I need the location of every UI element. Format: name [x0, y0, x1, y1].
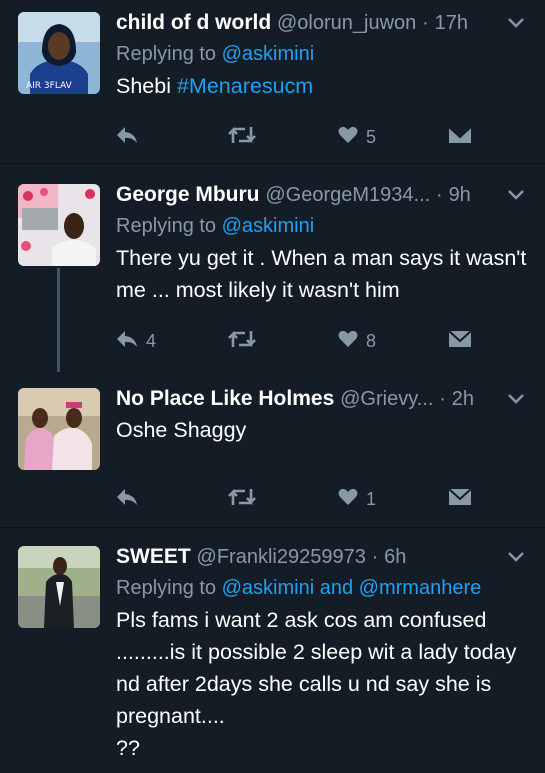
like-button[interactable]: 8 — [338, 326, 376, 356]
tweet-text: Oshe Shaggy — [116, 418, 247, 442]
tweet-text: There yu get it . When a man says it was… — [116, 246, 527, 302]
mention-link[interactable]: @mrmanhere — [359, 577, 482, 599]
like-count: 5 — [366, 126, 377, 147]
mention-link[interactable]: @askimini — [222, 577, 315, 599]
user-handle[interactable]: @Frankli29259973 — [197, 546, 366, 568]
reply-icon[interactable] — [116, 488, 138, 511]
tweet-actions: 5 — [116, 122, 476, 152]
tweet[interactable]: SWEET @Frankli29259973 · 6h Replying to … — [0, 528, 545, 773]
tweet-header: No Place Like Holmes @Grievy... · 2h — [116, 384, 531, 414]
tweet-header: SWEET @Frankli29259973 · 6h — [116, 542, 531, 572]
avatar[interactable] — [18, 388, 100, 470]
like-count: 1 — [366, 488, 377, 509]
thread-line — [57, 268, 60, 372]
user-handle[interactable]: @GeorgeM1934... — [265, 184, 430, 206]
heart-icon[interactable] — [338, 330, 358, 353]
timestamp[interactable]: 2h — [452, 388, 474, 410]
timestamp[interactable]: 9h — [449, 184, 471, 206]
timestamp[interactable]: 17h — [435, 12, 468, 34]
retweet-button[interactable] — [228, 122, 264, 152]
retweet-button[interactable] — [228, 326, 264, 356]
reply-icon[interactable] — [116, 330, 138, 353]
reply-button[interactable] — [116, 484, 146, 514]
svg-text:AIR 3FLAV: AIR 3FLAV — [26, 81, 73, 91]
tweet-header: child of d world @olorun_juwon · 17h — [116, 8, 531, 38]
tweet-text-content: Shebi — [116, 74, 177, 98]
retweet-icon[interactable] — [228, 125, 256, 150]
tweet[interactable]: No Place Like Holmes @Grievy... · 2h Osh… — [0, 372, 545, 528]
direct-message-button[interactable] — [448, 122, 472, 152]
tweet-text-line: ?? — [116, 736, 140, 760]
reply-button[interactable]: 4 — [116, 326, 156, 356]
heart-icon[interactable] — [338, 488, 358, 511]
direct-message-button[interactable] — [448, 484, 472, 514]
direct-message-icon[interactable] — [448, 487, 472, 511]
display-name[interactable]: child of d world — [116, 11, 271, 34]
reply-icon[interactable] — [116, 126, 138, 149]
chevron-down-icon[interactable] — [501, 180, 531, 210]
replying-to: Replying to @askimini — [116, 210, 531, 242]
tweet-text: Pls fams i want 2 ask cos am confused ..… — [116, 608, 517, 728]
tweet-text: Shebi #Menaresucm — [116, 70, 531, 102]
hashtag-link[interactable]: #Menaresucm — [177, 74, 313, 98]
mention-link[interactable]: @askimini — [222, 43, 315, 65]
display-name[interactable]: No Place Like Holmes — [116, 387, 334, 410]
retweet-button[interactable] — [228, 484, 264, 514]
replying-and: and — [319, 577, 354, 599]
chevron-down-icon[interactable] — [501, 384, 531, 414]
separator: · — [371, 546, 379, 568]
direct-message-icon[interactable] — [448, 329, 472, 353]
direct-message-icon[interactable] — [448, 125, 472, 149]
retweet-icon[interactable] — [228, 329, 256, 354]
tweet-header: George Mburu @GeorgeM1934... · 9h — [116, 180, 531, 210]
replying-to-label: Replying to — [116, 43, 217, 65]
like-count: 8 — [366, 330, 377, 351]
like-button[interactable]: 5 — [338, 122, 376, 152]
replying-to: Replying to @askimini — [116, 38, 531, 70]
user-handle[interactable]: @olorun_juwon — [277, 12, 416, 34]
chevron-down-icon[interactable] — [501, 542, 531, 572]
timestamp[interactable]: 6h — [384, 546, 406, 568]
reply-count: 4 — [146, 330, 157, 351]
tweet-actions: 1 — [116, 484, 476, 514]
replying-to: Replying to @askimini and @mrmanhere — [116, 572, 531, 604]
display-name[interactable]: George Mburu — [116, 183, 260, 206]
reply-button[interactable] — [116, 122, 146, 152]
replying-to-label: Replying to — [116, 215, 217, 237]
retweet-icon[interactable] — [228, 487, 256, 512]
tweet[interactable]: George Mburu @GeorgeM1934... · 9h Replyi… — [0, 164, 545, 372]
display-name[interactable]: SWEET — [116, 545, 191, 568]
like-button[interactable]: 1 — [338, 484, 376, 514]
separator: · — [439, 388, 446, 410]
direct-message-button[interactable] — [448, 326, 472, 356]
separator: · — [436, 184, 443, 206]
tweet[interactable]: AIR 3FLAV child of d world @olorun_juwon… — [0, 0, 545, 164]
chevron-down-icon[interactable] — [501, 8, 531, 38]
avatar[interactable] — [18, 184, 100, 266]
mention-link[interactable]: @askimini — [222, 215, 315, 237]
separator: · — [422, 12, 429, 34]
avatar[interactable] — [18, 546, 100, 628]
avatar[interactable]: AIR 3FLAV — [18, 12, 100, 94]
heart-icon[interactable] — [338, 126, 358, 149]
replying-to-label: Replying to — [116, 577, 217, 599]
tweet-actions: 4 8 — [116, 326, 476, 356]
user-handle[interactable]: @Grievy... — [340, 388, 433, 410]
